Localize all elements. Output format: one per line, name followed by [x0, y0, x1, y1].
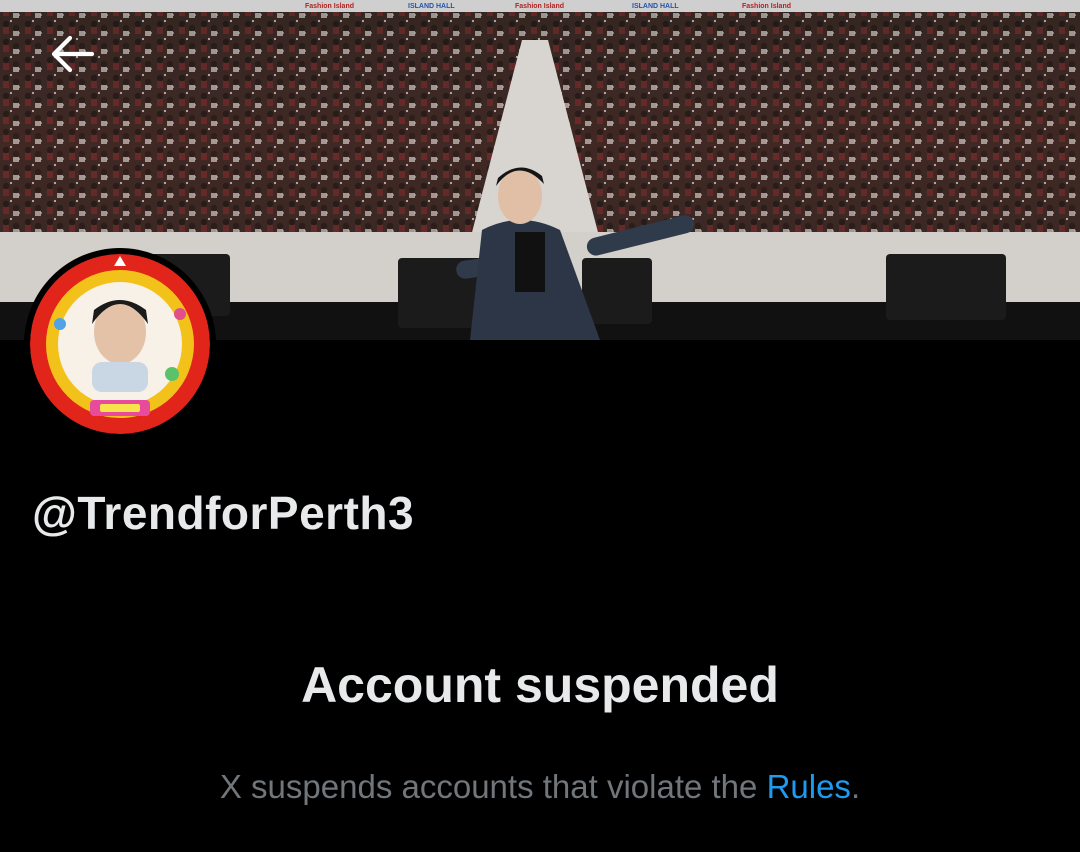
back-button[interactable]	[44, 26, 100, 82]
banner-sign-text: ISLAND HALL	[408, 3, 455, 10]
account-suspended-description: X suspends accounts that violate the Rul…	[0, 768, 1080, 806]
banner-sign-text: Fashion Island	[742, 3, 791, 10]
banner-sign-text: Fashion Island	[515, 3, 564, 10]
profile-handle: @TrendforPerth3	[32, 487, 415, 539]
profile-avatar[interactable]	[24, 248, 216, 440]
avatar-photo	[30, 254, 210, 434]
account-suspended-title: Account suspended	[301, 657, 779, 713]
rules-link[interactable]: Rules	[767, 768, 851, 805]
banner-sign-text: Fashion Island	[305, 3, 354, 10]
suspended-description-text: X suspends accounts that violate the	[219, 768, 767, 805]
banner-sign-text: ISLAND HALL	[632, 3, 679, 10]
arrow-left-icon	[51, 35, 95, 73]
suspended-description-period: .	[850, 768, 861, 805]
